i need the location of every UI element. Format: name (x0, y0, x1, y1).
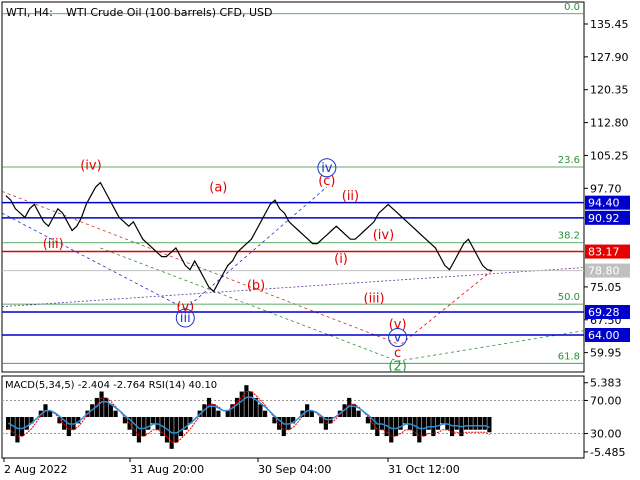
chart-title-description: WTI Crude Oil (100 barrels) CFD, USD (66, 6, 272, 19)
macd-bar (477, 417, 483, 430)
level-badge-label: 64.00 (588, 329, 620, 342)
macd-bar (15, 417, 20, 443)
macd-bar (482, 417, 487, 430)
wave-label: v (394, 331, 402, 346)
level-badge-label: 69.28 (588, 306, 620, 319)
macd-bar (150, 417, 156, 424)
macd-bar (141, 417, 146, 437)
macd-bar (249, 391, 254, 417)
macd-bar (104, 397, 109, 417)
macd-bar (356, 410, 361, 417)
sub-y-tick-label: 30.00 (590, 428, 622, 441)
macd-bar (263, 410, 268, 417)
macd-bar (421, 417, 427, 437)
x-tick-label: 2 Aug 2022 (4, 463, 67, 476)
wave-label: c (394, 346, 401, 361)
wti-chart: 0.0 23.6 38.2 50.0 61.8 135.45 127.90 120.35 112… (1, 1, 630, 476)
fib-label: 61.8 (558, 351, 580, 362)
y-tick-label: 97.70 (590, 182, 622, 195)
macd-bar (435, 417, 441, 430)
wave-label: (iv) (373, 228, 394, 243)
y-tick-label: 112.80 (590, 117, 629, 130)
chart-title-symbol: WTI, H4: (6, 6, 53, 19)
wave-label: (ii) (342, 189, 359, 204)
macd-bar (487, 417, 492, 433)
macd-bar (463, 417, 469, 430)
macd-bar (281, 417, 286, 437)
macd-bar (66, 417, 71, 437)
level-badge-label: 78.80 (588, 265, 620, 278)
y-tick-label: 75.05 (590, 281, 622, 294)
y-tick-label: 120.35 (590, 84, 629, 97)
sub-y-tick-label: 5.383 (590, 377, 622, 390)
wave-label: (iii) (43, 237, 64, 252)
fib-label: 38.2 (558, 231, 580, 242)
fib-label: 50.0 (558, 292, 580, 303)
macd-bar (468, 417, 473, 430)
macd-bar (113, 410, 118, 417)
wave-label: (c) (318, 174, 335, 189)
macd-bar (473, 417, 478, 430)
wave-label: (i) (334, 252, 348, 267)
price-frame (1, 1, 585, 373)
wave-label: (b) (247, 278, 265, 293)
x-tick-label: 30 Sep 04:00 (258, 463, 331, 476)
x-tick-label: 31 Oct 12:00 (388, 463, 460, 476)
level-badge-label: 90.92 (588, 212, 620, 225)
wave-label: iv (321, 161, 333, 176)
wave-label: (a) (209, 180, 227, 195)
y-tick-label: 135.45 (590, 18, 629, 31)
macd-bar (375, 417, 380, 437)
x-tick-label: 31 Aug 20:00 (130, 463, 204, 476)
macd-bar (132, 417, 137, 437)
wave-label: (iii) (364, 291, 385, 306)
fib-label: 0.0 (564, 2, 580, 13)
wave-label: (iv) (80, 159, 101, 174)
macd-bar (393, 417, 399, 437)
level-badge-label: 83.17 (588, 246, 620, 259)
sub-y-tick-label: -5.485 (590, 446, 625, 459)
macd-bar (440, 417, 445, 424)
fib-label: 23.6 (558, 155, 580, 166)
macd-bar (216, 410, 221, 417)
wave-label: (2) (388, 360, 406, 375)
macd-bar (20, 417, 25, 437)
macd-bar (417, 417, 422, 443)
macd-bar (258, 404, 263, 417)
y-tick-label: 59.95 (590, 347, 622, 360)
macd-bar (244, 385, 249, 417)
level-badge-label: 94.40 (588, 197, 620, 210)
y-tick-label: 127.90 (590, 51, 629, 64)
macd-bar (174, 417, 179, 443)
macd-bar (389, 417, 394, 443)
macd-bar (225, 410, 230, 417)
sub-y-tick-label: 70.00 (590, 394, 622, 407)
price-panel: 0.0 23.6 38.2 50.0 61.8 135.45 127.90 120.35 112… (1, 1, 630, 375)
macd-bar (136, 417, 142, 443)
macd-bar (403, 417, 408, 424)
macd-bar (454, 417, 459, 430)
wave-label: iii (180, 311, 191, 326)
sub-chart-title: MACD(5,34,5) -2.404 -2.764 RSI(14) 40.10 (5, 380, 217, 391)
y-tick-label: 105.25 (590, 149, 629, 162)
time-axis: 2 Aug 2022 31 Aug 20:00 30 Sep 04:00 31 Oct… (3, 458, 460, 476)
macd-bar (178, 417, 184, 437)
